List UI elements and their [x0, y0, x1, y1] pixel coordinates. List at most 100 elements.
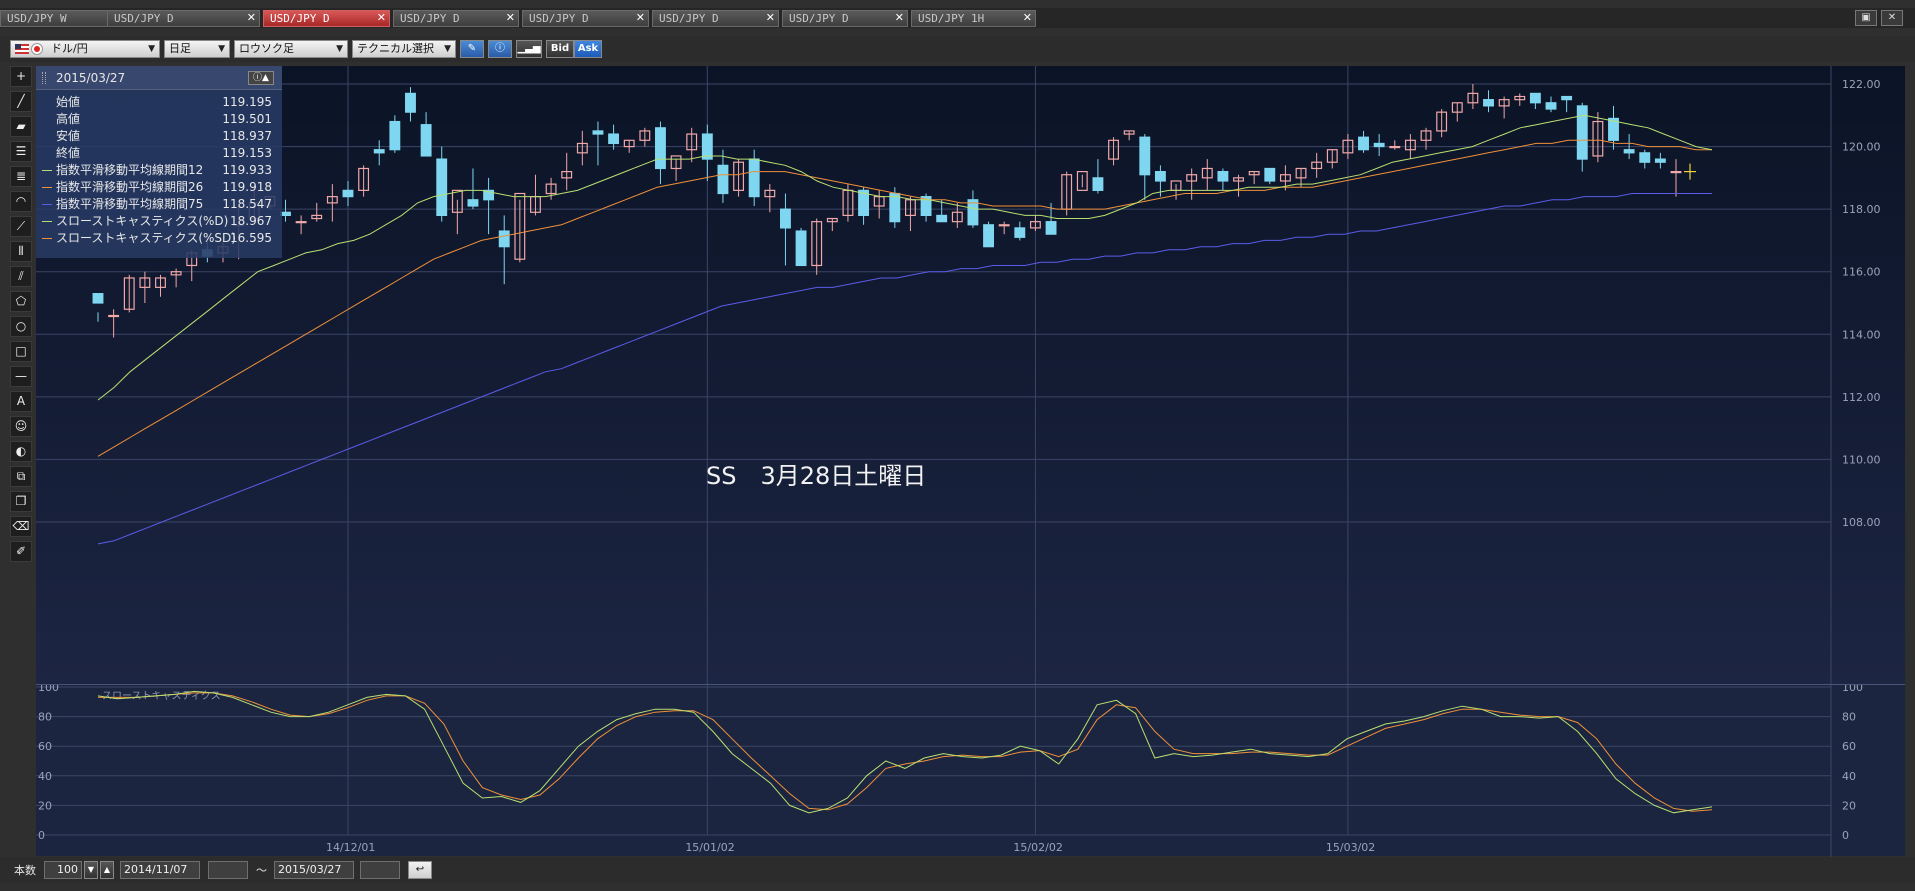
candle-body: [655, 127, 666, 170]
candle: [280, 199, 291, 222]
info-panel-header[interactable]: 2015/03/27 ⓘ▲: [36, 66, 282, 90]
candle: [639, 127, 651, 147]
info-collapse-button[interactable]: ⓘ▲: [248, 71, 274, 85]
start-date-input[interactable]: 2014/11/07: [120, 861, 200, 879]
bid-button[interactable]: Bid: [546, 40, 574, 58]
close-row: 終値 119.153: [36, 145, 282, 162]
copy-tool-button[interactable]: ⧉: [10, 466, 32, 487]
eraser-all-tool-button[interactable]: ✐: [10, 541, 32, 562]
tab-usd-jpy-d[interactable]: USD/JPY D ✕: [782, 10, 908, 27]
vertical-lines-tool-button[interactable]: ⦀: [10, 241, 32, 262]
close-tab-icon[interactable]: ✕: [247, 11, 256, 24]
eraser-tool-button[interactable]: ⌫: [10, 516, 32, 537]
text-icon: A: [16, 394, 26, 408]
stoch-d-line: [98, 692, 1713, 812]
candle: [717, 149, 729, 203]
tab-usd-jpy-d[interactable]: USD/JPY D ✕: [107, 10, 260, 27]
ema75-label: 指数平滑移動平均線期間75: [56, 197, 204, 211]
text-tool-button[interactable]: A: [10, 391, 32, 412]
high-value: 119.501: [222, 112, 272, 126]
candle-body: [1561, 95, 1573, 101]
volume-toggle-button[interactable]: ▁▃▅: [516, 40, 542, 58]
candle: [1233, 174, 1244, 197]
sub-y-tick-label-left: 0: [38, 829, 45, 842]
candle-body: [295, 221, 307, 224]
sub-y-tick-label-right: 60: [1842, 740, 1856, 753]
ruler-tool-button[interactable]: ▰: [10, 116, 32, 137]
close-tab-icon[interactable]: ✕: [506, 11, 515, 24]
bar-count-down-button[interactable]: ▼: [84, 861, 98, 879]
tab-usd-jpy-d[interactable]: USD/JPY D ✕: [263, 10, 390, 27]
stoch-d-row: スローストキャスティクス(%SD) 16.595: [36, 230, 282, 247]
parallel-lines-icon: ≣: [15, 169, 27, 183]
pentagon-tool-button[interactable]: ⬠: [10, 291, 32, 312]
technical-select[interactable]: テクニカル選択 ▼: [352, 40, 456, 58]
stochastic-chart[interactable]: 14/12/01 15/01/02 15/02/02 15/03/02 100 100 80…: [36, 681, 1905, 857]
arc-tool-button[interactable]: ◠: [10, 191, 32, 212]
bar-count-label: 本数: [14, 864, 36, 877]
smiley-tool-button[interactable]: ☺: [10, 416, 32, 437]
layers-tool-button[interactable]: ❐: [10, 491, 32, 512]
tool-a-tool-button[interactable]: ◐: [10, 441, 32, 462]
horizontal-lines-tool-button[interactable]: ☰: [10, 141, 32, 162]
candle-body: [420, 124, 432, 157]
candle: [1436, 109, 1448, 138]
drag-handle-icon[interactable]: [42, 72, 46, 84]
candlestick-chart[interactable]: 122.00 120.00 118.00 116.00 114.00 112.00 110.…: [36, 66, 1905, 684]
copy-icon: ⧉: [16, 469, 26, 483]
circle-tool-button[interactable]: ○: [10, 316, 32, 337]
candle: [108, 309, 120, 338]
bar-count-input[interactable]: 100: [44, 861, 82, 879]
rectangle-tool-button[interactable]: □: [10, 341, 32, 362]
fan-tool-button[interactable]: ⟋: [10, 216, 32, 237]
candle: [467, 168, 479, 210]
timeframe-select[interactable]: 日足 ▼: [164, 40, 230, 58]
candle-body: [1529, 92, 1541, 104]
tab-usd-jpy-d[interactable]: USD/JPY D ✕: [393, 10, 519, 27]
hline-tool-button[interactable]: —: [10, 366, 32, 387]
fan-icon: ⟋: [16, 219, 26, 233]
candle-body: [1014, 227, 1026, 238]
line-tool-button[interactable]: ╱: [10, 91, 32, 112]
pitchfork-tool-button[interactable]: ⫽: [10, 266, 32, 287]
candle: [873, 190, 885, 219]
sub-y-tick-label-left: 40: [38, 770, 52, 783]
candle-body: [280, 211, 291, 216]
info-button[interactable]: ⓘ: [488, 40, 512, 58]
tab-usd-jpy-d[interactable]: USD/JPY D ✕: [652, 10, 779, 27]
candle: [780, 193, 791, 266]
tab-usd-jpy-1h[interactable]: USD/JPY 1H ✕: [911, 10, 1036, 27]
candle: [951, 202, 963, 228]
chart-type-select[interactable]: ロウソク足 ▼: [234, 40, 348, 58]
candle: [92, 293, 104, 322]
candle: [373, 140, 385, 166]
reset-range-button[interactable]: ↩: [408, 861, 432, 879]
close-tab-icon[interactable]: ✕: [895, 11, 904, 24]
circle-icon: ○: [15, 319, 27, 333]
draw-button[interactable]: ✎: [460, 40, 484, 58]
stoch-d-swatch: [42, 238, 52, 239]
crosshair-tool-button[interactable]: +: [10, 66, 32, 87]
close-window-button[interactable]: ✕: [1881, 10, 1903, 26]
bar-count-up-button[interactable]: ▲: [100, 861, 114, 879]
ask-button[interactable]: Ask: [574, 40, 602, 58]
close-tab-icon[interactable]: ✕: [377, 11, 386, 24]
close-tab-icon[interactable]: ✕: [1023, 11, 1032, 24]
end-time-input[interactable]: [360, 861, 400, 879]
vertical-lines-icon: ⦀: [18, 244, 24, 258]
end-date-input[interactable]: 2015/03/27: [274, 861, 354, 879]
ema26-label: 指数平滑移動平均線期間26: [56, 180, 204, 194]
candle: [170, 268, 182, 288]
parallel-lines-tool-button[interactable]: ≣: [10, 166, 32, 187]
candle: [436, 146, 448, 222]
start-time-input[interactable]: [208, 861, 248, 879]
candle-body: [1670, 170, 1682, 174]
close-tab-icon[interactable]: ✕: [766, 11, 775, 24]
candle-body: [998, 224, 1010, 227]
candle-body: [748, 158, 760, 198]
restore-window-button[interactable]: ▣: [1855, 10, 1877, 26]
currency-select[interactable]: ドル/円 ▼: [10, 40, 160, 58]
close-tab-icon[interactable]: ✕: [636, 11, 645, 24]
candle: [655, 121, 666, 185]
tab-usd-jpy-d[interactable]: USD/JPY D ✕: [522, 10, 649, 27]
